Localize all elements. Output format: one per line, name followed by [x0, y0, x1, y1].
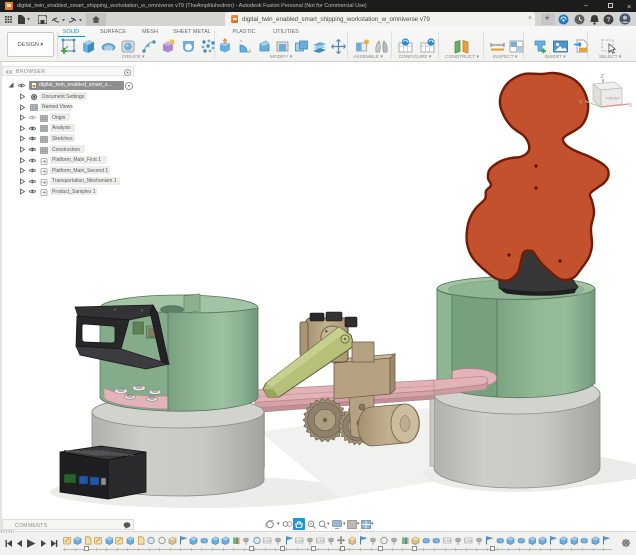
svg-text:CSV: CSV: [444, 539, 452, 543]
svg-text:Z: Z: [601, 74, 605, 80]
svg-text:X: X: [629, 103, 633, 109]
svg-text:CSV: CSV: [296, 539, 304, 543]
svg-text:CSV: CSV: [465, 539, 473, 543]
svg-text:CSV: CSV: [264, 539, 272, 543]
svg-text:CSV: CSV: [317, 539, 325, 543]
svg-text:?: ?: [606, 17, 610, 24]
svg-text:FRONT: FRONT: [606, 96, 620, 101]
